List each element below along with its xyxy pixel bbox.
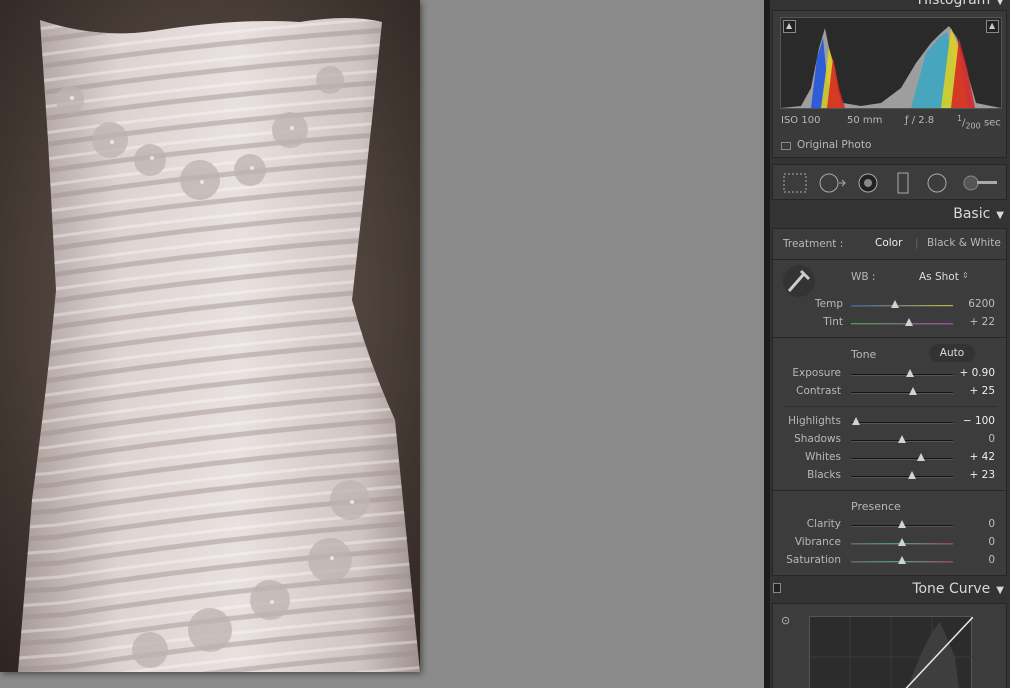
whites-value[interactable]: + 42 (955, 451, 996, 463)
tint-slider[interactable] (851, 318, 953, 326)
presence-label: Presence (851, 500, 901, 513)
blacks-label: Blacks (807, 469, 841, 481)
temp-value[interactable]: 6200 (955, 298, 995, 310)
treatment-bw-button[interactable]: Black & White (927, 237, 1001, 249)
saturation-value[interactable]: 0 (955, 554, 995, 566)
basic-panel: Treatment : Color | Black & White WB : A… (772, 228, 1007, 576)
clarity-label: Clarity (806, 518, 841, 530)
graduated-filter-icon[interactable] (897, 172, 909, 194)
exposure-slider-thumb[interactable] (906, 369, 915, 377)
saturation-label: Saturation (786, 554, 841, 566)
vibrance-value[interactable]: 0 (955, 536, 995, 548)
blacks-slider[interactable] (851, 471, 953, 479)
saturation-slider-thumb[interactable] (898, 556, 906, 564)
basic-header[interactable]: Basic ▼ (953, 206, 1004, 222)
original-photo-checkbox[interactable] (781, 142, 791, 150)
iso-info: ISO 100 (781, 115, 821, 126)
whites-label: Whites (804, 451, 841, 463)
aperture-info: ƒ / 2.8 (905, 115, 935, 126)
red-eye-icon[interactable] (858, 173, 878, 193)
wb-label: WB : (851, 271, 876, 283)
tint-label: Tint (823, 316, 843, 328)
histogram-title: Histogram (917, 0, 991, 8)
tool-strip (772, 164, 1007, 200)
exposure-label: Exposure (792, 367, 841, 379)
contrast-slider-thumb[interactable] (909, 387, 918, 395)
contrast-slider[interactable] (851, 387, 953, 395)
tone-curve-panel: ⊙ (772, 603, 1007, 688)
tint-slider-thumb[interactable] (905, 318, 914, 326)
highlights-label: Highlights (788, 415, 841, 427)
temp-slider[interactable] (851, 300, 953, 308)
highlight-clipping-toggle[interactable]: ▲ (986, 20, 999, 33)
spot-removal-icon[interactable] (819, 173, 846, 193)
blacks-slider-thumb[interactable] (908, 471, 917, 479)
temp-slider-thumb[interactable] (890, 300, 899, 308)
treatment-divider: | (915, 237, 919, 249)
tone-curve-enable-toggle[interactable] (773, 583, 781, 593)
highlights-value[interactable]: − 100 (955, 415, 995, 427)
blacks-value[interactable]: + 23 (955, 469, 996, 481)
histogram-header[interactable]: Histogram ▼ (918, 0, 1004, 8)
section-divider (773, 490, 1006, 491)
clarity-value[interactable]: 0 (955, 518, 995, 530)
treatment-color-button[interactable]: Color (875, 237, 902, 249)
clarity-slider-thumb[interactable] (898, 520, 906, 528)
basic-title: Basic (953, 206, 991, 222)
highlights-slider-thumb[interactable] (852, 417, 861, 425)
section-divider (773, 259, 1006, 260)
eyedropper-icon (787, 269, 811, 292)
shadows-label: Shadows (794, 433, 841, 445)
whites-slider[interactable] (851, 453, 953, 461)
shadows-value[interactable]: 0 (955, 433, 995, 445)
vibrance-slider-thumb[interactable] (898, 538, 906, 546)
vibrance-slider[interactable] (851, 538, 953, 546)
histogram-panel: ▲ ▲ ISO 100 50 mm ƒ / 2.8 1/200 sec Orig… (772, 10, 1007, 158)
updown-icon: ⇕ (962, 271, 969, 280)
wb-select[interactable]: As Shot (919, 271, 959, 283)
focal-length-info: 50 mm (847, 115, 883, 126)
collapse-triangle-icon: ▼ (996, 210, 1004, 221)
temp-label: Temp (815, 298, 843, 310)
tone-label: Tone (851, 348, 877, 361)
clarity-slider[interactable] (851, 520, 953, 528)
triangle-up-icon: ▲ (989, 21, 996, 30)
auto-tone-button[interactable]: Auto (929, 344, 975, 362)
develop-right-panel: Histogram ▼ ▲ ▲ ISO 100 50 mm ƒ / 2.8 1/2… (770, 0, 1010, 688)
triangle-up-icon: ▲ (786, 21, 793, 30)
shadows-slider[interactable] (851, 435, 953, 443)
tint-value[interactable]: + 22 (955, 316, 996, 328)
contrast-label: Contrast (796, 385, 841, 397)
histogram-graph[interactable]: ▲ ▲ (780, 17, 1002, 109)
whites-slider-thumb[interactable] (917, 453, 926, 461)
section-divider (773, 337, 1006, 338)
vibrance-label: Vibrance (794, 536, 841, 548)
contrast-value[interactable]: + 25 (955, 385, 996, 397)
saturation-slider[interactable] (851, 556, 953, 564)
image-canvas[interactable] (0, 0, 764, 688)
section-divider (783, 406, 998, 407)
collapse-triangle-icon: ▼ (996, 0, 1004, 7)
shutter-info: 1/200 sec (957, 114, 1001, 131)
radial-filter-icon[interactable] (927, 173, 947, 193)
tone-curve-header[interactable]: Tone Curve ▼ (912, 581, 1004, 597)
target-adjustment-icon[interactable]: ⊙ (781, 614, 790, 627)
adjustment-brush-icon[interactable] (963, 175, 997, 191)
highlights-slider[interactable] (851, 417, 953, 425)
tone-curve-graph[interactable] (809, 616, 973, 688)
original-photo-label: Original Photo (797, 139, 872, 151)
crop-overlay-icon[interactable] (783, 173, 807, 193)
exposure-value[interactable]: + 0.90 (955, 367, 995, 379)
shadow-clipping-toggle[interactable]: ▲ (783, 20, 796, 33)
collapse-triangle-icon: ▼ (996, 585, 1004, 596)
shadows-slider-thumb[interactable] (898, 435, 906, 443)
wb-eyedropper-button[interactable] (783, 265, 815, 297)
exposure-slider[interactable] (851, 369, 953, 377)
tone-curve-title: Tone Curve (912, 581, 991, 597)
wedding-dress-photo (0, 0, 420, 672)
treatment-label: Treatment : (783, 238, 844, 250)
